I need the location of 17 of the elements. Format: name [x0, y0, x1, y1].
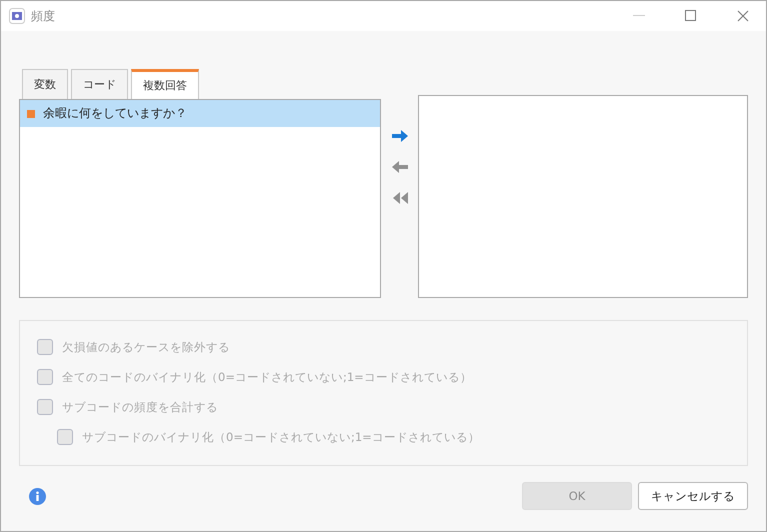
right-arrow-icon-button[interactable] — [390, 127, 408, 145]
maximize-icon — [685, 10, 697, 22]
option-label: 全てのコードのバイナリ化（0=コードされていない;1=コードされている） — [62, 370, 472, 384]
app-icon — [9, 8, 25, 24]
minimize-icon — [633, 15, 645, 17]
item-label: 余暇に何をしていますか？ — [43, 105, 187, 122]
tab[interactable]: コード — [71, 69, 128, 99]
cancel-button[interactable]: キャンセルする — [638, 482, 748, 510]
option-label: サブコードの頻度を合計する — [62, 400, 218, 414]
window-title: 頻度 — [31, 8, 56, 24]
list-item[interactable]: 余暇に何をしていますか？ — [20, 100, 380, 127]
info-icon[interactable] — [29, 488, 46, 504]
option-label: 欠損値のあるケースを除外する — [62, 340, 230, 354]
option-label: サブコードのバイナリ化（0=コードされていない;1=コードされている） — [82, 430, 480, 444]
tab[interactable]: 変数 — [22, 69, 68, 99]
close-icon — [737, 10, 749, 22]
tab[interactable]: 複数回答 — [131, 69, 199, 99]
